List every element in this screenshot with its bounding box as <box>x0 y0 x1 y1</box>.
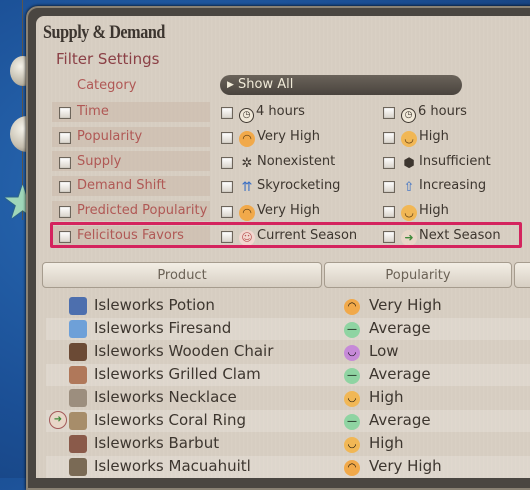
time-label: Time <box>77 104 109 119</box>
average-face-icon: — <box>344 322 360 338</box>
high-face-icon: ◡ <box>344 391 360 407</box>
popularity-high-option[interactable]: ◡ High <box>401 129 449 147</box>
popularity-very-high-option[interactable]: ◠ Very High <box>239 129 320 147</box>
potion-icon <box>69 297 87 315</box>
popularity-value: High <box>369 434 404 452</box>
demand-skyrocketing-checkbox[interactable] <box>221 181 233 193</box>
high-face-icon: ◡ <box>344 437 360 453</box>
popularity-value: Average <box>369 319 431 337</box>
product-column-header[interactable]: Product <box>42 262 322 288</box>
dropdown-arrow-icon: ▶ <box>227 80 234 90</box>
demand-shift-label: Demand Shift <box>77 178 166 193</box>
popularity-value: Very High <box>369 296 442 314</box>
high-face-icon: ◡ <box>401 205 417 221</box>
popularity-checkbox[interactable] <box>59 132 71 144</box>
very-high-face-icon: ◠ <box>239 131 255 147</box>
predicted-popularity-label: Predicted Popularity <box>77 203 208 218</box>
extra-column-header[interactable] <box>514 262 530 288</box>
filter-row-bg <box>52 102 210 122</box>
predicted-high-option[interactable]: ◡ High <box>401 203 449 221</box>
supply-label: Supply <box>77 154 122 169</box>
predicted-popularity-checkbox[interactable] <box>59 206 71 218</box>
supply-nonexistent-option[interactable]: ✲ Nonexistent <box>239 154 336 172</box>
supply-checkbox[interactable] <box>59 157 71 169</box>
product-name: Isleworks Barbut <box>94 434 220 452</box>
category-dropdown[interactable]: Show All <box>220 75 462 95</box>
clock-icon: ◷ <box>401 108 416 123</box>
very-high-face-icon: ◠ <box>344 299 360 315</box>
popularity-value: Low <box>369 342 399 360</box>
popularity-very-high-checkbox[interactable] <box>221 132 233 144</box>
demand-shift-checkbox[interactable] <box>59 181 71 193</box>
window-title: Supply & Demand <box>43 22 165 43</box>
supply-insufficient-checkbox[interactable] <box>383 157 395 169</box>
product-name: Isleworks Grilled Clam <box>94 365 261 383</box>
predicted-very-high-option[interactable]: ◠ Very High <box>239 203 320 221</box>
demand-increasing-checkbox[interactable] <box>383 181 395 193</box>
high-face-icon: ◡ <box>401 131 417 147</box>
very-high-face-icon: ◠ <box>239 205 255 221</box>
time-4h-option[interactable]: ◷ 4 hours <box>239 104 305 123</box>
time-checkbox[interactable] <box>59 107 71 119</box>
firesand-icon <box>69 320 87 338</box>
category-label: Category <box>77 78 137 93</box>
low-face-icon: ◡ <box>344 345 360 361</box>
demand-increasing-option[interactable]: ⇧ Increasing <box>401 178 487 196</box>
popularity-value: Average <box>369 365 431 383</box>
filter-row-bg <box>52 151 210 171</box>
coral-ring-icon <box>69 412 87 430</box>
arrow-up-icon: ⇧ <box>403 180 415 195</box>
time-6h-option[interactable]: ◷ 6 hours <box>401 104 467 123</box>
supply-nonexistent-checkbox[interactable] <box>221 157 233 169</box>
macuahuitl-icon <box>69 458 87 476</box>
double-arrow-up-icon: ⇈ <box>241 180 253 195</box>
product-name: Isleworks Necklace <box>94 388 237 406</box>
time-6h-checkbox[interactable] <box>383 107 395 119</box>
clock-icon: ◷ <box>239 108 254 123</box>
predicted-high-checkbox[interactable] <box>383 206 395 218</box>
popularity-high-checkbox[interactable] <box>383 132 395 144</box>
time-4h-checkbox[interactable] <box>221 107 233 119</box>
very-high-face-icon: ◠ <box>344 460 360 476</box>
barbut-icon <box>69 435 87 453</box>
nonexistent-icon: ✲ <box>241 156 253 171</box>
grilled-clam-icon <box>69 366 87 384</box>
box-icon: ⬢ <box>403 156 415 171</box>
popularity-value: High <box>369 388 404 406</box>
average-face-icon: — <box>344 368 360 384</box>
popularity-column-header[interactable]: Popularity <box>324 262 512 288</box>
supply-insufficient-option[interactable]: ⬢ Insufficient <box>401 154 490 172</box>
popularity-label: Popularity <box>77 129 143 144</box>
predicted-very-high-checkbox[interactable] <box>221 206 233 218</box>
next-season-icon: ➜ <box>49 411 67 429</box>
product-name: Isleworks Potion <box>94 296 215 314</box>
necklace-icon <box>69 389 87 407</box>
wooden-chair-icon <box>69 343 87 361</box>
product-name: Isleworks Firesand <box>94 319 232 337</box>
highlight-box <box>50 222 522 248</box>
demand-skyrocketing-option[interactable]: ⇈ Skyrocketing <box>239 178 341 196</box>
popularity-value: Very High <box>369 457 442 475</box>
average-face-icon: — <box>344 414 360 430</box>
popularity-value: Average <box>369 411 431 429</box>
product-name: Isleworks Coral Ring <box>94 411 247 429</box>
filter-settings-heading: Filter Settings <box>56 50 160 68</box>
product-name: Isleworks Macuahuitl <box>94 457 251 475</box>
product-name: Isleworks Wooden Chair <box>94 342 274 360</box>
